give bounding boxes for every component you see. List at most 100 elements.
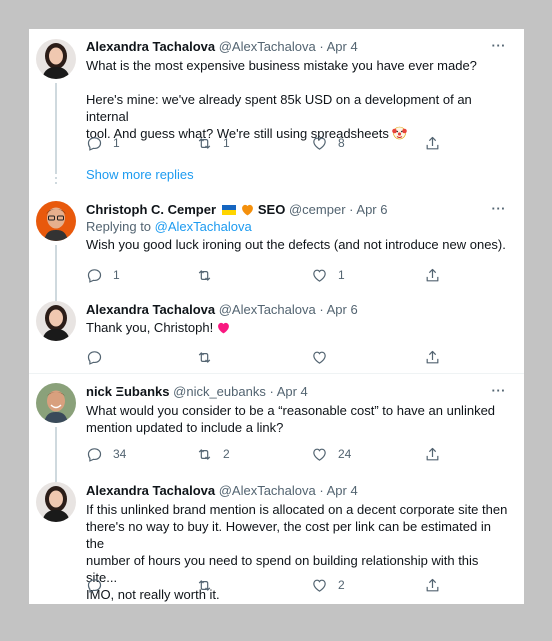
tweet-text: Wish you good luck ironing out the defec… — [86, 237, 506, 252]
reply-icon — [87, 447, 102, 462]
like-button[interactable]: 8 — [311, 134, 345, 152]
tweet-date[interactable]: Apr 6 — [356, 202, 387, 217]
tweet-text-content: Thank you, Christoph! — [86, 320, 214, 335]
like-button[interactable] — [311, 348, 338, 366]
like-button[interactable]: 1 — [311, 266, 345, 284]
share-button[interactable] — [424, 134, 441, 152]
tweet-date[interactable]: Apr 4 — [327, 483, 358, 498]
tweet-actions: 34 2 24 — [86, 445, 446, 463]
heart-icon — [313, 137, 326, 150]
retweet-button[interactable] — [196, 576, 223, 594]
share-button[interactable] — [424, 348, 441, 366]
tweet[interactable]: Alexandra Tachalova @AlexTachalova · Apr… — [29, 473, 524, 604]
author-handle[interactable]: @AlexTachalova — [219, 39, 316, 54]
tweet[interactable]: Alexandra Tachalova @AlexTachalova · Apr… — [29, 291, 524, 373]
author-name[interactable]: Christoph C. Cemper SEO — [86, 202, 285, 217]
like-count: 24 — [338, 447, 352, 461]
retweet-count: 1 — [223, 136, 230, 150]
tweet-text: Thank you, Christoph! — [86, 319, 511, 338]
more-options-icon[interactable]: ··· — [492, 38, 507, 53]
author-name[interactable]: Alexandra Tachalova — [86, 302, 215, 317]
show-more-replies-link[interactable]: Show more replies — [86, 167, 194, 182]
like-button[interactable]: 24 — [311, 445, 351, 463]
text-line: What is the most expensive business mist… — [86, 58, 477, 73]
text-line: What would you consider to be a “reasona… — [86, 403, 496, 418]
author-name-text: Christoph C. Cemper — [86, 202, 217, 217]
retweet-icon — [198, 579, 211, 591]
share-icon — [426, 136, 439, 149]
replying-to: Replying to @AlexTachalova — [86, 219, 252, 235]
retweet-count: 2 — [223, 447, 230, 461]
tweet-date[interactable]: Apr 4 — [277, 384, 308, 399]
heart-emoji-icon — [217, 321, 230, 338]
tweet-actions: 2 — [86, 576, 446, 594]
tweet-date[interactable]: Apr 6 — [327, 302, 358, 317]
separator: · — [269, 384, 274, 399]
heart-icon — [313, 579, 326, 592]
tweet[interactable]: nick Ξubanks @nick_eubanks · Apr 4 ··· W… — [29, 374, 524, 507]
author-handle[interactable]: @AlexTachalova — [219, 483, 316, 498]
conversation-card: Alexandra Tachalova @AlexTachalova · Apr… — [29, 29, 524, 604]
tweet-header: Christoph C. Cemper SEO @cemper · Apr 6 — [86, 202, 387, 220]
reply-icon — [87, 136, 102, 151]
orange-heart-icon — [241, 204, 254, 220]
share-button[interactable] — [424, 576, 441, 594]
separator: · — [319, 39, 324, 54]
heart-icon — [313, 269, 326, 282]
share-icon — [426, 578, 439, 591]
more-options-icon[interactable]: ··· — [492, 383, 507, 398]
ukraine-flag-icon — [221, 205, 236, 215]
share-button[interactable] — [424, 266, 441, 284]
reply-button[interactable]: 34 — [86, 445, 126, 463]
share-icon — [426, 350, 439, 363]
reply-count: 1 — [113, 136, 120, 150]
retweet-button[interactable] — [196, 266, 223, 284]
retweet-button[interactable]: 1 — [196, 134, 230, 152]
thread-line — [55, 83, 57, 173]
author-handle[interactable]: @AlexTachalova — [219, 302, 316, 317]
retweet-icon — [198, 137, 211, 149]
reply-button[interactable] — [86, 576, 113, 594]
author-handle[interactable]: @nick_eubanks — [173, 384, 266, 399]
heart-icon — [313, 448, 326, 461]
text-line: there's no way to buy it. However, the c… — [86, 519, 491, 551]
tweet-actions: 1 1 — [86, 266, 446, 284]
reply-count: 1 — [113, 268, 120, 282]
share-icon — [426, 447, 439, 460]
author-name[interactable]: Alexandra Tachalova — [86, 39, 215, 54]
retweet-button[interactable]: 2 — [196, 445, 230, 463]
tweet-text: What would you consider to be a “reasona… — [86, 402, 511, 436]
text-line: If this unlinked brand mention is alloca… — [86, 502, 508, 517]
share-icon — [426, 268, 439, 281]
share-button[interactable] — [424, 445, 441, 463]
author-handle[interactable]: @cemper — [289, 202, 346, 217]
like-button[interactable]: 2 — [311, 576, 345, 594]
reply-icon — [87, 268, 102, 283]
like-count: 1 — [338, 268, 345, 282]
reply-button[interactable]: 1 — [86, 266, 120, 284]
retweet-icon — [198, 269, 211, 281]
more-options-icon[interactable]: ··· — [492, 201, 507, 216]
tweet-header: Alexandra Tachalova @AlexTachalova · Apr… — [86, 483, 358, 499]
author-name[interactable]: Alexandra Tachalova — [86, 483, 215, 498]
tweet-header: nick Ξubanks @nick_eubanks · Apr 4 — [86, 384, 308, 400]
like-count: 8 — [338, 136, 345, 150]
reply-icon — [87, 350, 102, 365]
tweet[interactable]: Christoph C. Cemper SEO @cemper · Apr 6 … — [29, 191, 524, 325]
retweet-button[interactable] — [196, 348, 223, 366]
reply-button[interactable] — [86, 348, 113, 366]
separator: · — [349, 202, 354, 217]
author-name-suffix: SEO — [257, 202, 286, 217]
avatar[interactable] — [36, 301, 76, 341]
avatar[interactable] — [36, 383, 76, 423]
tweet-date[interactable]: Apr 4 — [327, 39, 358, 54]
avatar[interactable] — [36, 201, 76, 241]
tweet-actions — [86, 348, 446, 366]
reply-button[interactable]: 1 — [86, 134, 120, 152]
avatar[interactable] — [36, 482, 76, 522]
thread-dots-line — [55, 167, 57, 187]
replying-to-handle[interactable]: @AlexTachalova — [155, 219, 252, 234]
author-name[interactable]: nick Ξubanks — [86, 384, 170, 399]
avatar[interactable] — [36, 39, 76, 79]
separator: · — [319, 483, 324, 498]
